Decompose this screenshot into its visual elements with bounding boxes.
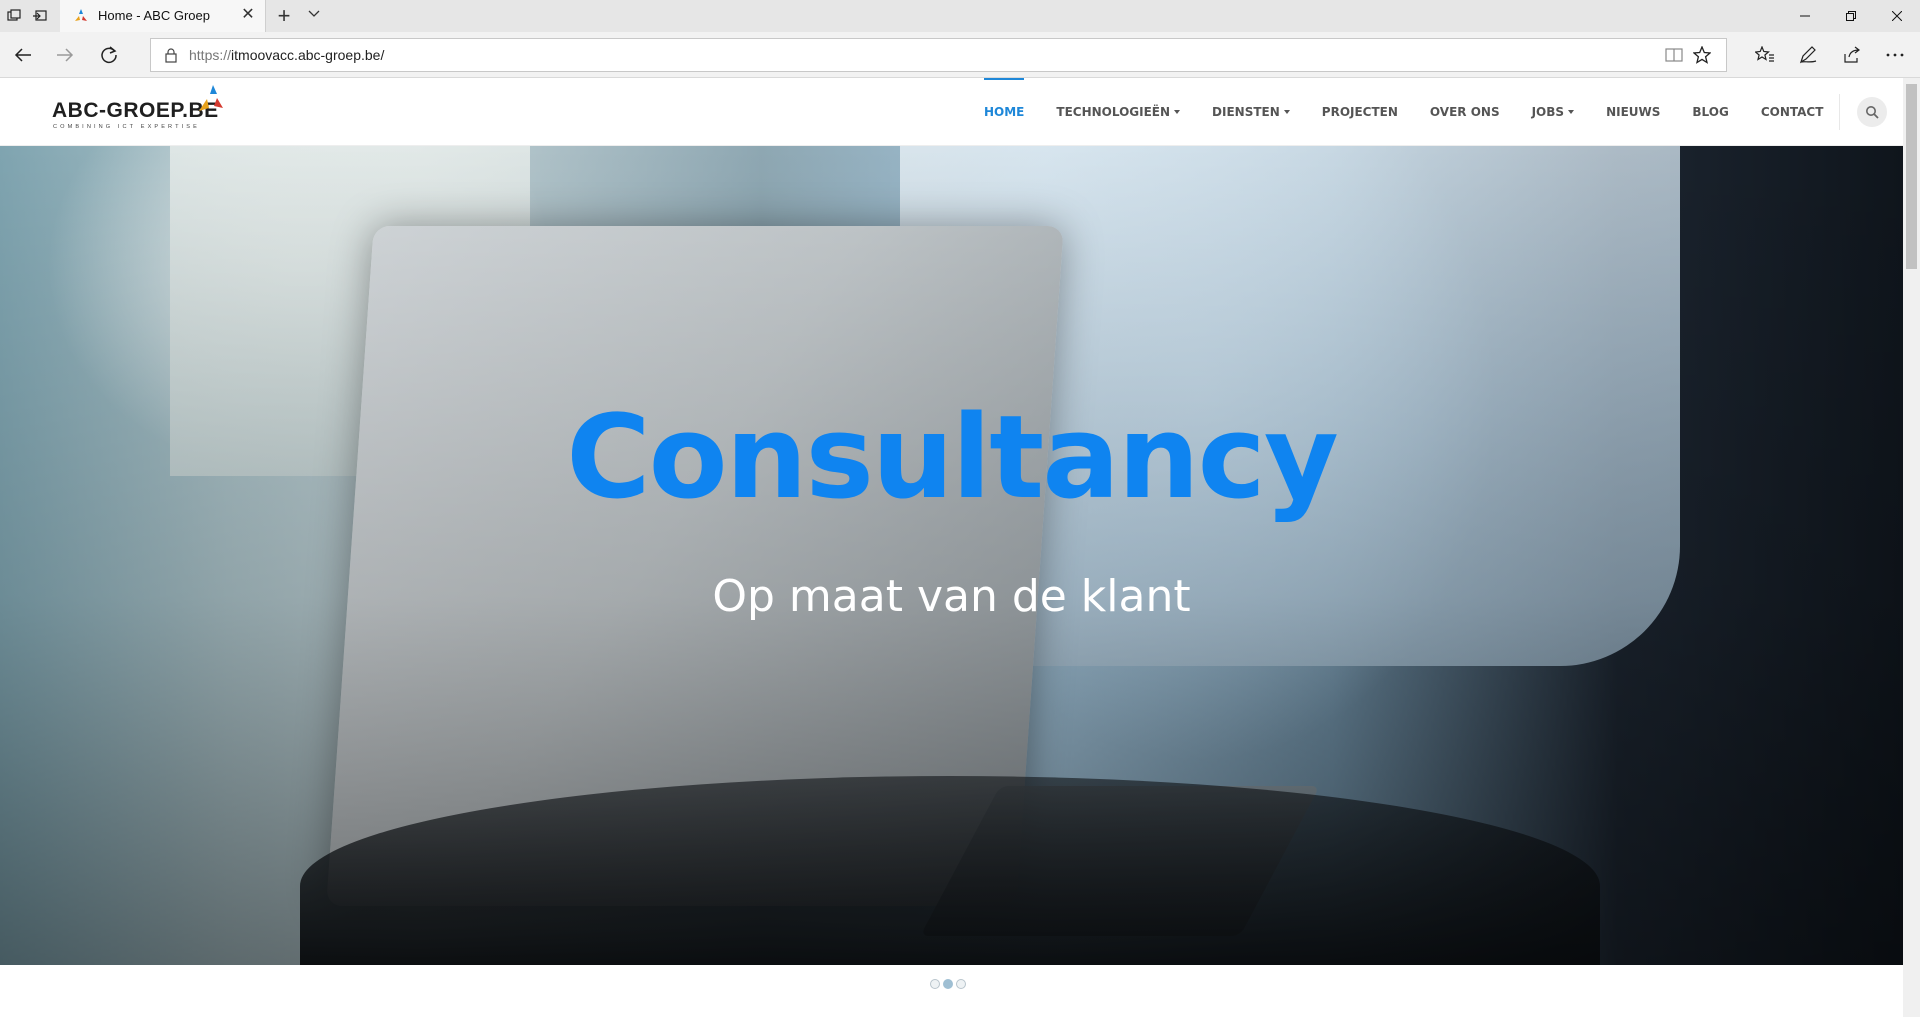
plus-icon[interactable]: + bbox=[272, 3, 296, 29]
nav-blog[interactable]: BLOG bbox=[1676, 78, 1744, 146]
nav-jobs[interactable]: JOBS bbox=[1516, 78, 1590, 146]
nav-divider bbox=[1839, 94, 1840, 130]
favorite-star-icon[interactable] bbox=[1691, 44, 1713, 66]
refresh-icon[interactable] bbox=[94, 41, 124, 69]
forward-arrow-icon[interactable] bbox=[50, 41, 80, 69]
add-notes-icon[interactable] bbox=[1793, 41, 1823, 69]
browser-tab-bar: Home - ABC Groep ✕ + bbox=[0, 0, 1920, 32]
lock-icon bbox=[165, 48, 177, 63]
tab-actions-icon[interactable] bbox=[4, 6, 24, 26]
close-tab-icon[interactable]: ✕ bbox=[239, 6, 257, 24]
chevron-down-icon[interactable] bbox=[304, 6, 324, 22]
slider-dot-2[interactable] bbox=[943, 979, 953, 989]
browser-nav-bar: https://itmoovacc.abc-groep.be/ bbox=[0, 32, 1920, 78]
web-page: ABC-GROEP.BE COMBINING ICT EXPERTISE HOM… bbox=[0, 78, 1903, 1017]
favorites-list-icon[interactable] bbox=[1750, 41, 1780, 69]
more-dots-icon[interactable] bbox=[1880, 41, 1910, 69]
main-navigation: HOME TECHNOLOGIEËN DIENSTEN PROJECTEN OV… bbox=[968, 78, 1839, 146]
reading-view-icon[interactable] bbox=[1663, 44, 1685, 66]
abc-groep-favicon bbox=[75, 9, 87, 21]
nav-technologieen[interactable]: TECHNOLOGIEËN bbox=[1040, 78, 1196, 146]
share-icon[interactable] bbox=[1837, 41, 1867, 69]
address-bar[interactable]: https://itmoovacc.abc-groep.be/ bbox=[150, 38, 1727, 72]
site-logo[interactable]: ABC-GROEP.BE COMBINING ICT EXPERTISE bbox=[52, 85, 232, 137]
nav-contact[interactable]: CONTACT bbox=[1745, 78, 1840, 146]
nav-projecten[interactable]: PROJECTEN bbox=[1306, 78, 1414, 146]
set-tabs-aside-icon[interactable] bbox=[30, 6, 50, 26]
back-arrow-icon[interactable] bbox=[8, 41, 38, 69]
caret-down-icon bbox=[1568, 110, 1575, 114]
slider-pagination bbox=[930, 979, 966, 991]
nav-diensten[interactable]: DIENSTEN bbox=[1196, 78, 1306, 146]
scrollbar-thumb[interactable] bbox=[1906, 84, 1917, 269]
minimize-icon[interactable] bbox=[1782, 0, 1828, 32]
tab-title: Home - ABC Groep bbox=[98, 8, 210, 23]
url-text[interactable]: https://itmoovacc.abc-groep.be/ bbox=[189, 47, 384, 63]
slider-dot-3[interactable] bbox=[956, 979, 966, 989]
site-header: ABC-GROEP.BE COMBINING ICT EXPERTISE HOM… bbox=[0, 78, 1903, 146]
caret-down-icon bbox=[1174, 110, 1181, 114]
nav-nieuws[interactable]: NIEUWS bbox=[1590, 78, 1676, 146]
hero-subtitle: Op maat van de klant bbox=[712, 571, 1191, 622]
logo-text: ABC-GROEP.BE bbox=[52, 99, 219, 122]
hero-title: Consultancy bbox=[566, 391, 1339, 525]
close-icon[interactable] bbox=[1874, 0, 1920, 32]
logo-tagline: COMBINING ICT EXPERTISE bbox=[53, 124, 200, 130]
caret-down-icon bbox=[1283, 110, 1290, 114]
hero-slider[interactable]: Consultancy Op maat van de klant bbox=[0, 146, 1903, 965]
page-scrollbar[interactable] bbox=[1903, 78, 1920, 1017]
logo-mark-icon bbox=[199, 85, 223, 111]
tab-home[interactable]: Home - ABC Groep ✕ bbox=[60, 0, 266, 32]
hero-overlay bbox=[0, 146, 1903, 965]
nav-over-ons[interactable]: OVER ONS bbox=[1414, 78, 1516, 146]
slider-dot-1[interactable] bbox=[930, 979, 940, 989]
nav-home[interactable]: HOME bbox=[968, 78, 1040, 146]
search-icon[interactable] bbox=[1857, 97, 1887, 127]
restore-icon[interactable] bbox=[1828, 0, 1874, 32]
